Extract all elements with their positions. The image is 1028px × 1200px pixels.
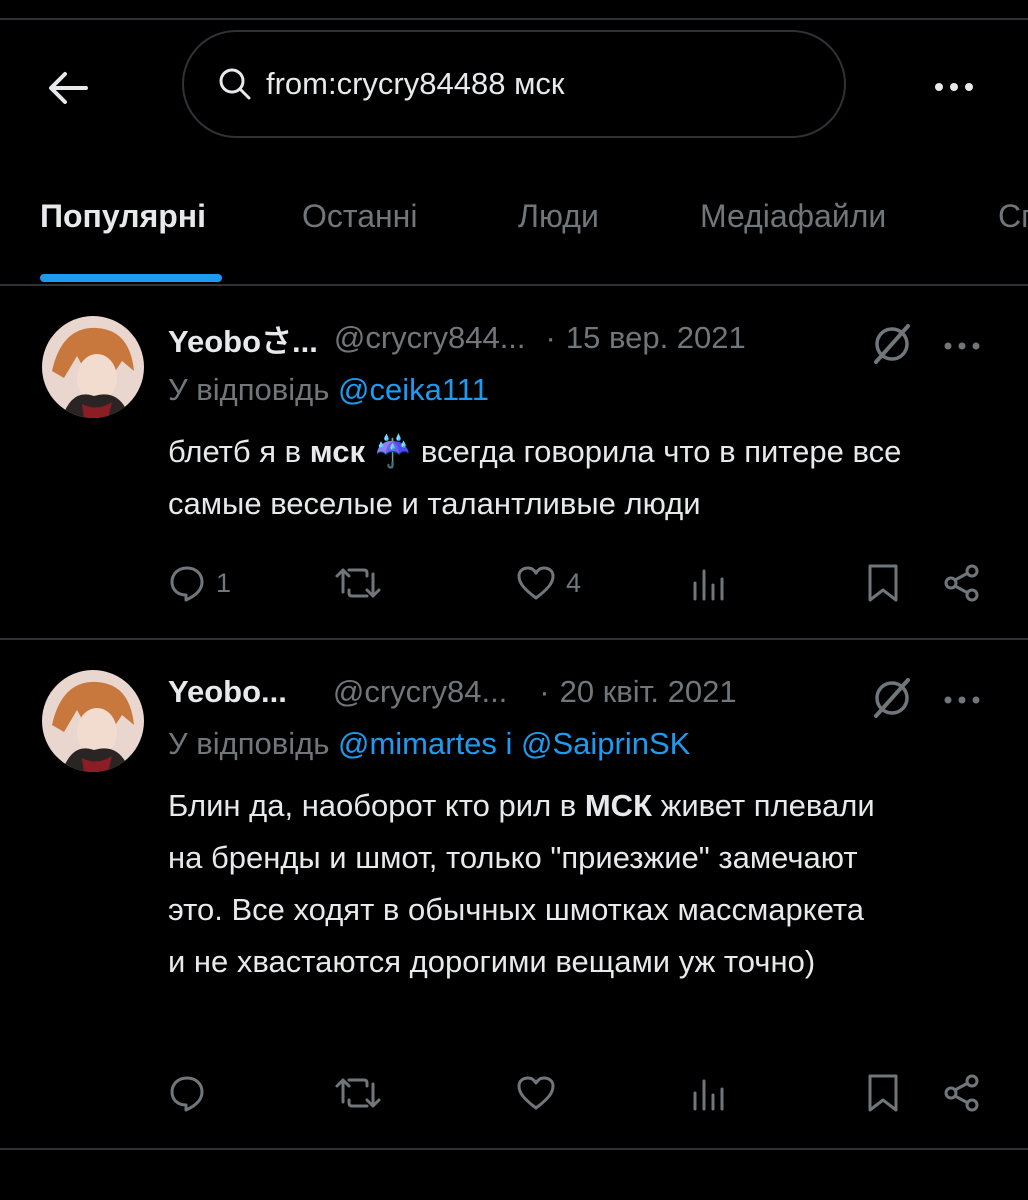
tweet-more-button[interactable] xyxy=(940,326,984,366)
tweet-actions xyxy=(0,1068,1028,1118)
tab-latest[interactable]: Останні xyxy=(302,198,417,235)
heart-icon xyxy=(517,1076,555,1110)
bookmark-icon xyxy=(868,1074,898,1112)
views-button[interactable] xyxy=(690,558,726,608)
views-button[interactable] xyxy=(690,1068,726,1118)
more-options-button[interactable] xyxy=(926,62,982,112)
tweet-actions: 1 4 xyxy=(0,558,1028,608)
heart-icon xyxy=(517,566,555,600)
display-name[interactable]: Yeoboさ... xyxy=(168,316,318,361)
reply-context: У відповідь @mimartes і @SaiprinSK xyxy=(168,726,690,762)
bookmark-button[interactable] xyxy=(866,1068,900,1118)
separator-dot: · xyxy=(545,320,556,355)
avatar-image xyxy=(42,316,144,418)
more-icon xyxy=(935,83,973,91)
search-tabs: Популярні Останні Люди Медіафайли Сп xyxy=(0,170,1028,286)
search-icon xyxy=(219,68,251,100)
tweet-date[interactable]: 15 вер. 2021 xyxy=(566,320,746,356)
share-button[interactable] xyxy=(942,1068,982,1118)
like-button[interactable]: 4 xyxy=(516,558,581,608)
reply-icon xyxy=(170,1076,204,1112)
more-icon xyxy=(944,342,980,350)
share-icon xyxy=(944,564,979,602)
separator-dot: · xyxy=(539,674,550,709)
more-icon xyxy=(944,696,980,704)
tweet[interactable]: Yeoboさ... @crycry844... · 15 вер. 2021 У… xyxy=(0,286,1028,640)
grok-icon[interactable] xyxy=(870,676,914,720)
tweet-text: блетб я в мск ☔ всегда говорила что в пи… xyxy=(168,426,998,530)
reply-prefix: У відповідь xyxy=(168,372,330,407)
tweet-header: Yeoboさ... @crycry844... · 15 вер. 2021 xyxy=(168,316,746,360)
repost-icon xyxy=(335,1078,381,1108)
tweet-text-part: Блин да, наоборот кто рил в xyxy=(168,788,585,823)
user-handle[interactable]: @crycry84... xyxy=(333,674,507,710)
tweet[interactable]: Yeobo... @crycry84... · 20 квіт. 2021 У … xyxy=(0,640,1028,1150)
reply-context: У відповідь @ceika111 xyxy=(168,372,489,408)
like-count: 4 xyxy=(566,567,582,598)
reply-icon xyxy=(170,566,204,602)
avatar-image xyxy=(42,670,144,772)
tweet-text-part: блетб я в xyxy=(168,434,310,469)
repost-button[interactable] xyxy=(334,1068,392,1118)
back-arrow-icon xyxy=(49,72,88,104)
grok-icon[interactable] xyxy=(870,322,914,366)
tab-people[interactable]: Люди xyxy=(518,198,599,235)
views-icon xyxy=(693,1079,724,1111)
tweet-text: Блин да, наоборот кто рил в МСК живет пл… xyxy=(168,780,888,988)
display-name[interactable]: Yeobo... xyxy=(168,674,287,710)
search-highlight: МСК xyxy=(584,788,652,823)
avatar[interactable] xyxy=(42,670,144,772)
share-button[interactable] xyxy=(942,558,982,608)
reply-mentions[interactable]: @mimartes і @SaiprinSK xyxy=(338,726,690,761)
tab-media[interactable]: Медіафайли xyxy=(700,198,886,235)
bookmark-icon xyxy=(868,564,898,602)
user-handle[interactable]: @crycry844... xyxy=(334,320,526,356)
views-icon xyxy=(693,569,724,601)
search-input[interactable] xyxy=(266,66,806,102)
reply-count: 1 xyxy=(216,567,232,598)
top-divider xyxy=(0,0,1028,20)
tweet-more-button[interactable] xyxy=(940,680,984,720)
back-button[interactable] xyxy=(40,60,96,116)
search-box[interactable] xyxy=(182,30,846,138)
avatar[interactable] xyxy=(42,316,144,418)
active-tab-indicator xyxy=(40,274,222,282)
bookmark-button[interactable] xyxy=(866,558,900,608)
search-highlight: мск xyxy=(309,434,365,469)
share-icon xyxy=(944,1074,979,1112)
reply-mentions[interactable]: @ceika111 xyxy=(338,372,489,407)
tab-lists[interactable]: Сп xyxy=(998,198,1028,235)
tweet-date[interactable]: 20 квіт. 2021 xyxy=(560,674,737,710)
repost-button[interactable] xyxy=(334,558,392,608)
reply-button[interactable] xyxy=(168,1068,216,1118)
reply-button[interactable]: 1 xyxy=(168,558,231,608)
tweet-header: Yeobo... @crycry84... · 20 квіт. 2021 xyxy=(168,670,737,714)
reply-prefix: У відповідь xyxy=(168,726,330,761)
repost-icon xyxy=(335,568,381,598)
like-button[interactable] xyxy=(516,1068,566,1118)
tab-popular[interactable]: Популярні xyxy=(40,198,206,235)
